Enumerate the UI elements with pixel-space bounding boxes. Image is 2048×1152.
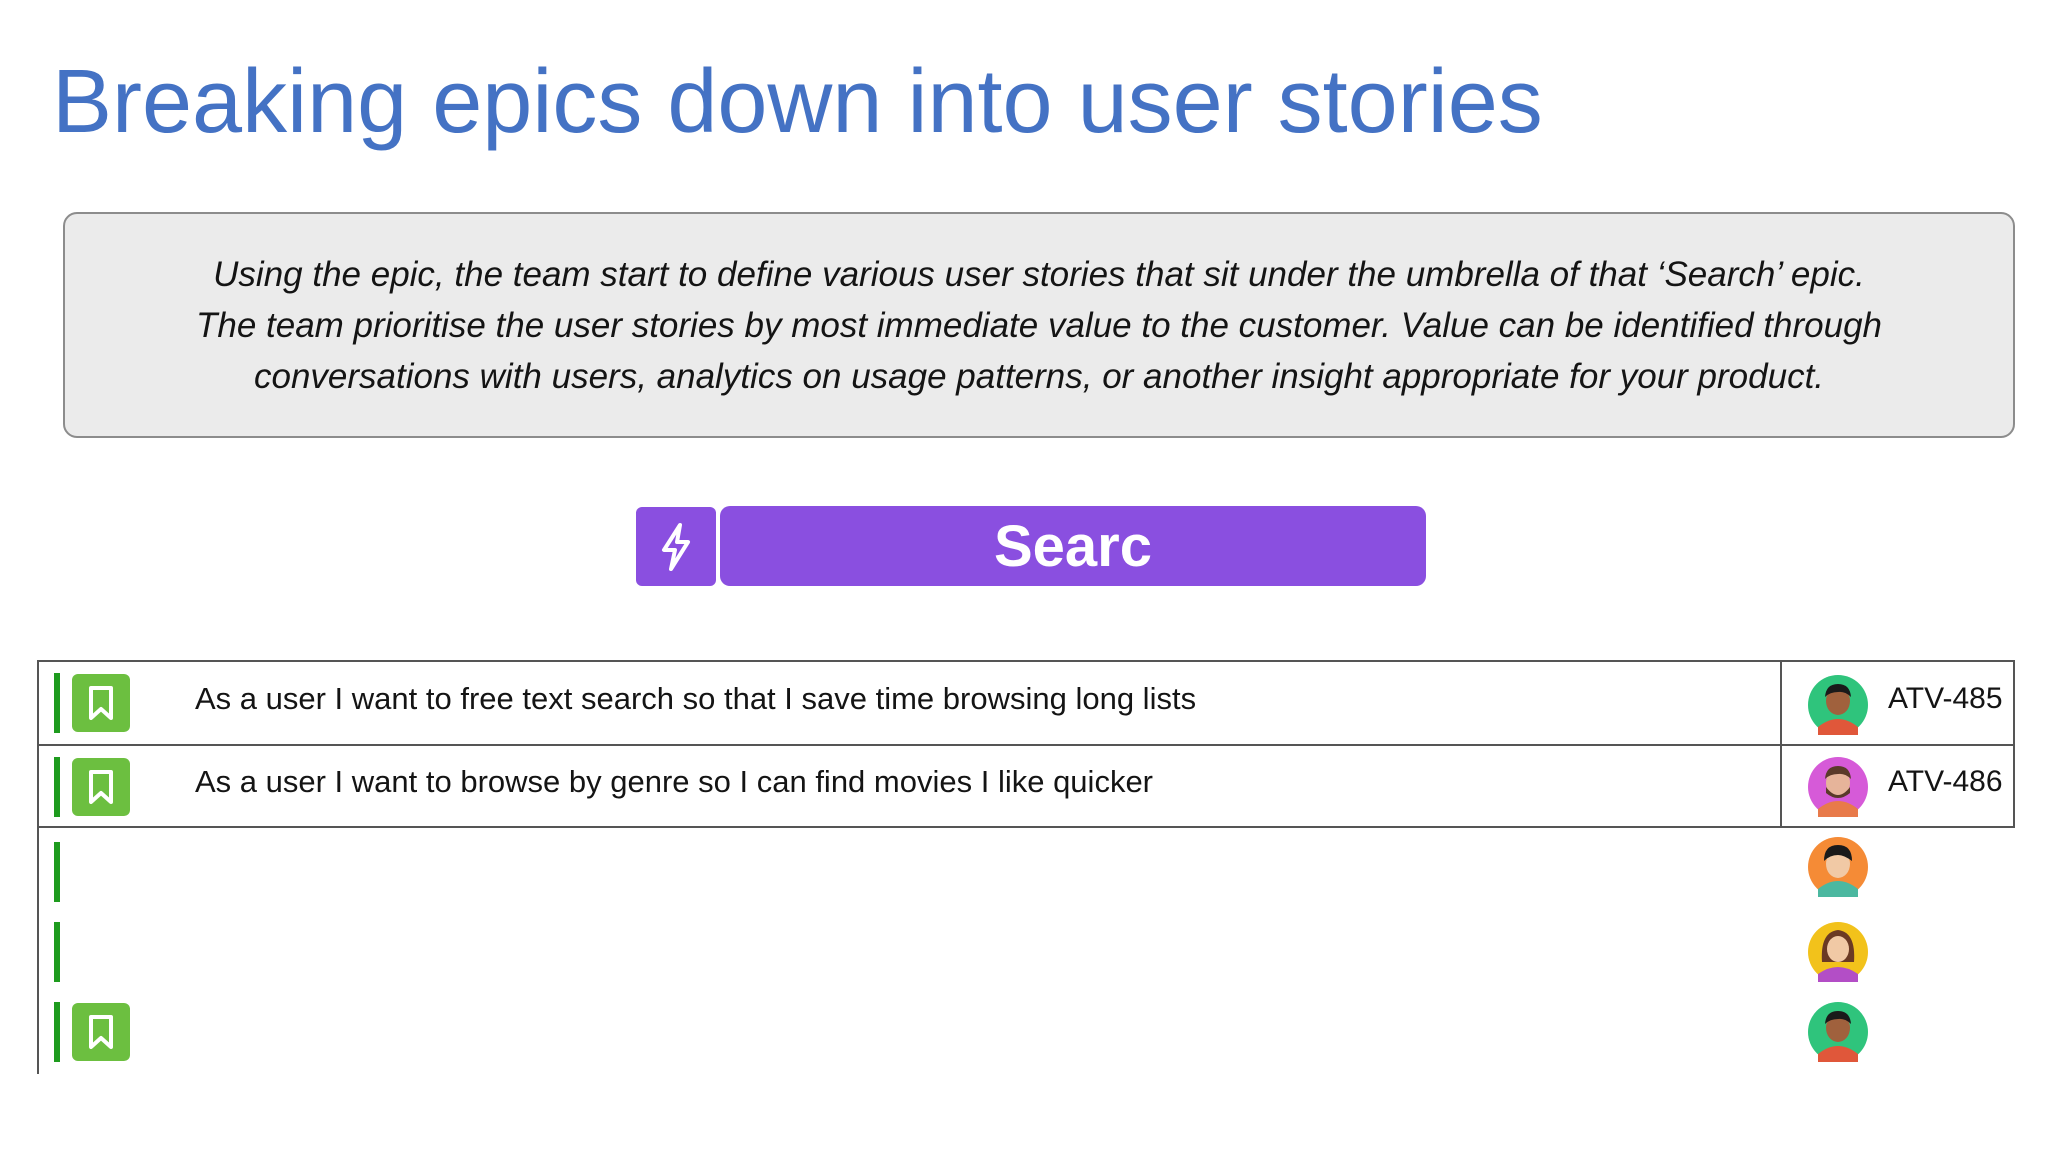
bookmark-icon (72, 674, 130, 732)
ticket-id[interactable]: ATV-486 (1888, 765, 2003, 799)
avatar-man-green-icon (1808, 675, 1868, 735)
epic-search-bar[interactable]: Searc (720, 506, 1426, 586)
row-accent-bar (54, 1002, 60, 1062)
slide-title: Breaking epics down into user stories (52, 52, 1543, 152)
description-line: The team prioritise the user stories by … (195, 305, 1883, 345)
avatar-man-beard-pink-icon (1808, 757, 1868, 817)
row-accent-bar (54, 757, 60, 817)
table-row[interactable]: As a user I want to free text search so … (38, 662, 2015, 744)
bookmark-icon (72, 758, 130, 816)
table-row[interactable]: As a user I want to browse by genre so I… (38, 746, 2015, 826)
lightning-icon[interactable] (636, 507, 716, 586)
table-row[interactable] (38, 910, 2015, 992)
description-box: Using the epic, the team start to define… (63, 212, 2015, 438)
table-row[interactable] (38, 992, 2015, 1074)
epic-label: Searc (993, 513, 1153, 579)
description-line: conversations with users, analytics on u… (253, 356, 1825, 396)
description-line: Using the epic, the team start to define… (213, 254, 1865, 294)
story-text: As a user I want to browse by genre so I… (195, 764, 1154, 799)
row-accent-bar (54, 673, 60, 733)
table-row[interactable] (38, 828, 2015, 910)
bookmark-icon (72, 1003, 130, 1061)
row-accent-bar (54, 842, 60, 902)
story-text: As a user I want to free text search so … (195, 681, 1197, 716)
avatar-man-green-icon (1808, 1002, 1868, 1062)
avatar-woman-orange-icon (1808, 837, 1868, 897)
avatar-woman-yellow-icon (1808, 922, 1868, 982)
ticket-id[interactable]: ATV-485 (1888, 682, 2003, 716)
row-accent-bar (54, 922, 60, 982)
